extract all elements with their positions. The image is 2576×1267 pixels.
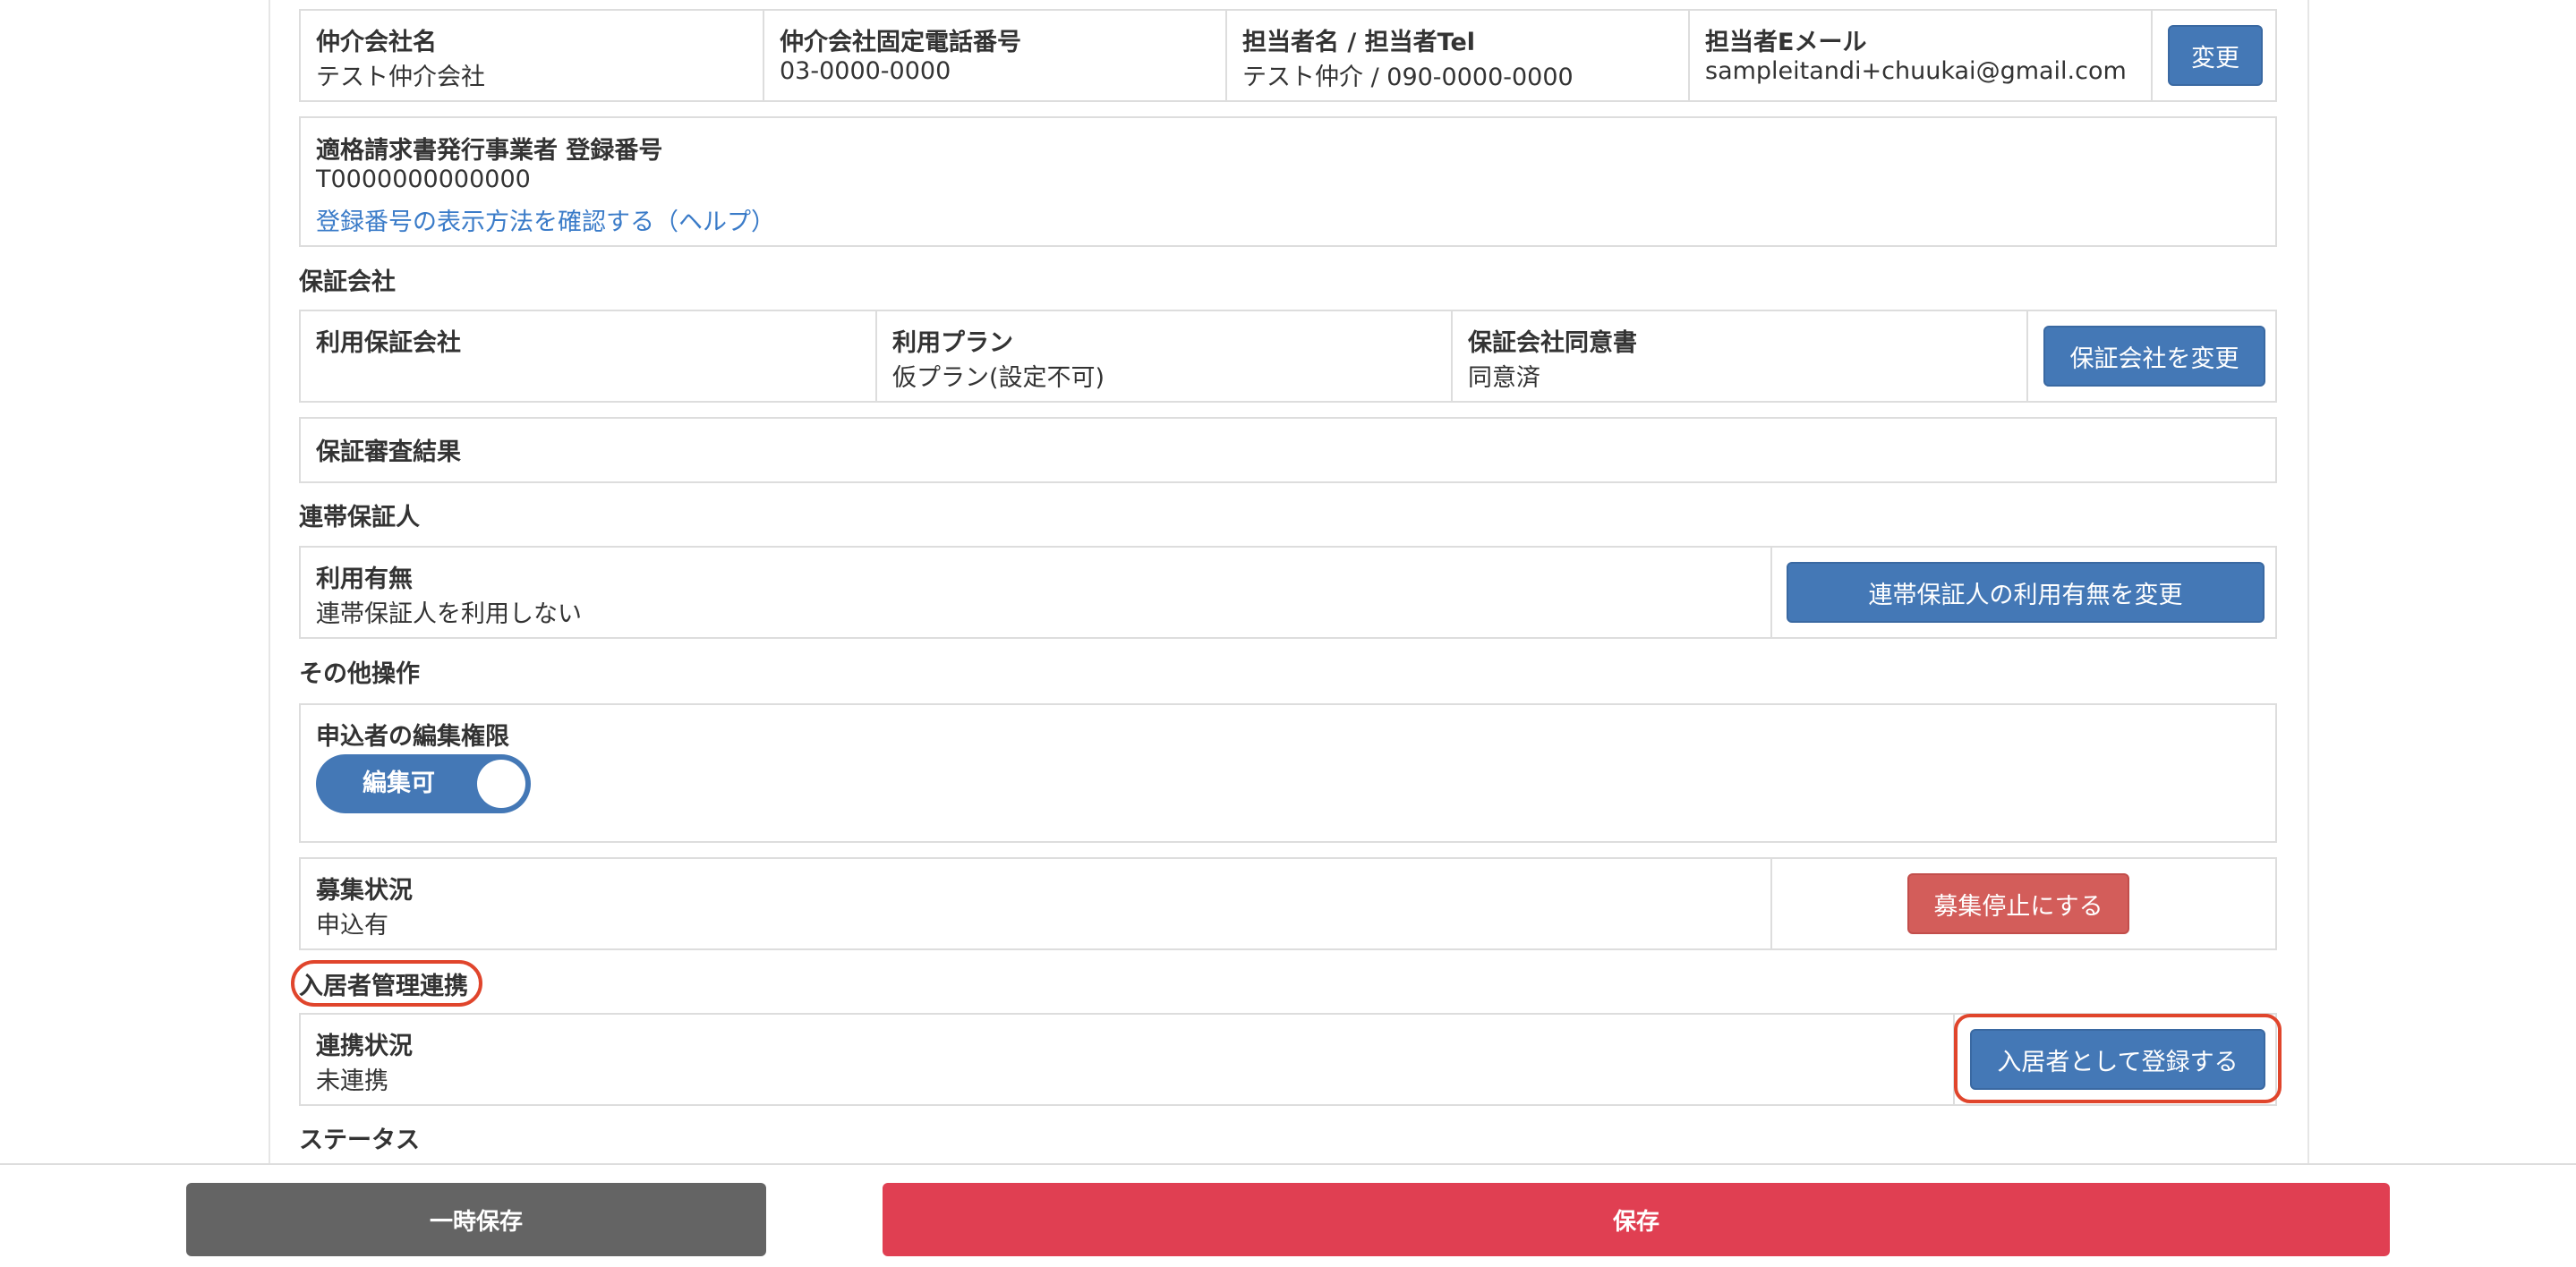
broker-email-cell: 担当者Eメール sampleitandi+chuukai@gmail.com <box>1688 11 2151 100</box>
guarantee-result-panel: 保証審査結果 <box>299 417 2277 483</box>
change-guarantee-company-button[interactable]: 保証会社を変更 <box>2043 326 2265 387</box>
status-section-title: ステータス <box>299 1127 420 1154</box>
joint-guarantor-action-cell: 連帯保証人の利用有無を変更 <box>1770 548 2277 637</box>
guarantee-plan-label: 利用プラン <box>892 329 1013 357</box>
guarantee-section-title: 保証会社 <box>299 268 396 296</box>
edit-permission-panel: 申込者の編集権限 編集可 <box>299 703 2277 843</box>
joint-guarantor-usage-label: 利用有無 <box>316 565 413 593</box>
broker-phone-value: 03-0000-0000 <box>780 57 951 85</box>
guarantee-plan-cell: 利用プラン 仮プラン(設定不可) <box>875 311 1451 401</box>
invoice-panel: 適格請求書発行事業者 登録番号 T0000000000000 登録番号の表示方法… <box>299 116 2277 247</box>
recruit-status-cell: 募集状況 申込有 <box>301 859 1770 948</box>
broker-company-label: 仲介会社名 <box>316 29 437 56</box>
broker-phone-cell: 仲介会社固定電話番号 03-0000-0000 <box>763 11 1225 100</box>
recruit-action-cell: 募集停止にする <box>1770 859 2277 948</box>
resident-link-status-cell: 連携状況 未連携 <box>301 1015 1953 1104</box>
invoice-label: 適格請求書発行事業者 登録番号 <box>316 137 663 165</box>
recruit-status-panel: 募集状況 申込有 募集停止にする <box>299 857 2277 950</box>
broker-company-cell: 仲介会社名 テスト仲介会社 <box>301 11 763 100</box>
recruit-status-label: 募集状況 <box>316 877 413 905</box>
broker-panel: 仲介会社名 テスト仲介会社 仲介会社固定電話番号 03-0000-0000 担当… <box>299 9 2277 102</box>
guarantee-company-cell: 利用保証会社 <box>301 311 875 401</box>
joint-guarantor-panel: 利用有無 連帯保証人を利用しない 連帯保証人の利用有無を変更 <box>299 546 2277 639</box>
stop-recruiting-button[interactable]: 募集停止にする <box>1907 873 2129 934</box>
broker-phone-label: 仲介会社固定電話番号 <box>780 29 1021 56</box>
recruit-status-value: 申込有 <box>316 912 388 940</box>
footer-action-bar: 一時保存 保存 <box>0 1163 2576 1267</box>
broker-change-button[interactable]: 変更 <box>2168 25 2263 86</box>
broker-action-cell: 変更 <box>2151 11 2277 100</box>
broker-company-value: テスト仲介会社 <box>316 64 485 91</box>
invoice-help-link[interactable]: 登録番号の表示方法を確認する（ヘルプ） <box>316 202 775 237</box>
broker-contact-label: 担当者名 / 担当者Tel <box>1242 29 1476 56</box>
toggle-label: 編集可 <box>363 770 435 797</box>
guarantee-panel: 利用保証会社 利用プラン 仮プラン(設定不可) 保証会社同意書 同意済 保証会社… <box>299 310 2277 403</box>
edit-permission-toggle[interactable]: 編集可 <box>316 754 531 813</box>
guarantee-consent-label: 保証会社同意書 <box>1468 329 1637 357</box>
save-button[interactable]: 保存 <box>883 1183 2390 1256</box>
guarantee-action-cell: 保証会社を変更 <box>2026 311 2277 401</box>
guarantee-consent-cell: 保証会社同意書 同意済 <box>1451 311 2026 401</box>
guarantee-plan-value: 仮プラン(設定不可) <box>892 364 1105 392</box>
joint-guarantor-section-title: 連帯保証人 <box>299 504 420 531</box>
other-operations-section-title: その他操作 <box>299 660 420 688</box>
resident-link-status-label: 連携状況 <box>316 1033 413 1060</box>
register-button-highlight <box>1954 1014 2282 1103</box>
joint-guarantor-usage-cell: 利用有無 連帯保証人を利用しない <box>301 548 1770 637</box>
resident-link-status-value: 未連携 <box>316 1067 388 1095</box>
toggle-knob <box>477 760 525 808</box>
guarantee-consent-value: 同意済 <box>1468 364 1540 392</box>
change-joint-guarantor-button[interactable]: 連帯保証人の利用有無を変更 <box>1787 562 2265 623</box>
invoice-number: T0000000000000 <box>316 166 531 193</box>
guarantee-result-label: 保証審査結果 <box>316 438 461 466</box>
broker-email-label: 担当者Eメール <box>1705 29 1867 56</box>
temp-save-button[interactable]: 一時保存 <box>186 1183 766 1256</box>
joint-guarantor-usage-value: 連帯保証人を利用しない <box>316 600 582 628</box>
broker-email-value: sampleitandi+chuukai@gmail.com <box>1705 57 2127 85</box>
broker-contact-value: テスト仲介 / 090-0000-0000 <box>1242 64 1574 91</box>
broker-contact-cell: 担当者名 / 担当者Tel テスト仲介 / 090-0000-0000 <box>1225 11 1688 100</box>
edit-permission-label: 申込者の編集権限 <box>316 723 509 751</box>
guarantee-company-label: 利用保証会社 <box>316 329 461 357</box>
section-title-highlight <box>291 960 482 1007</box>
